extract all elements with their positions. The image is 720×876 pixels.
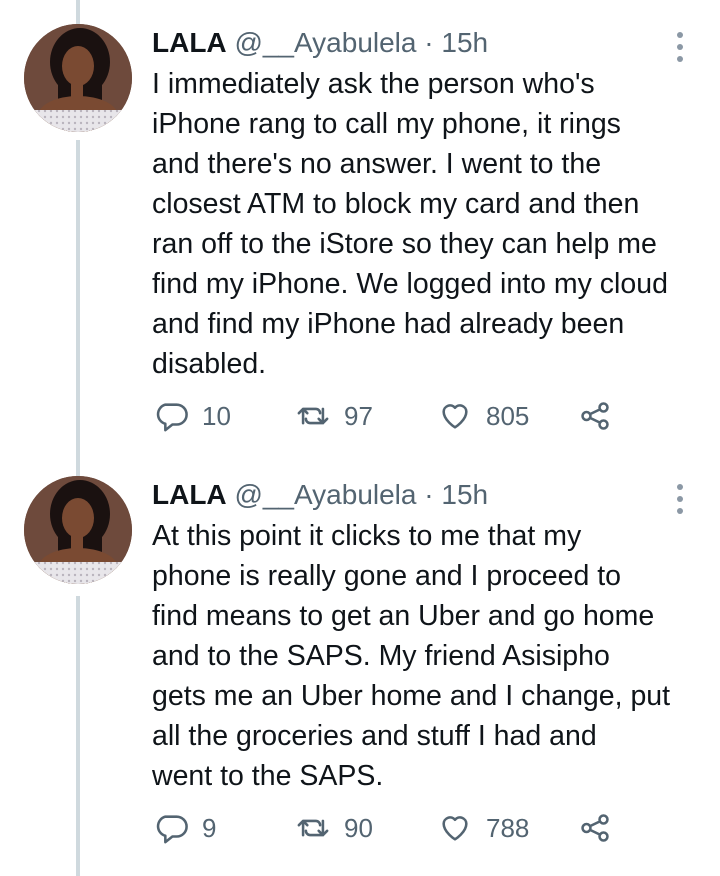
avatar-image [24, 476, 132, 584]
tweet-header: LALA @__Ayabulela · 15h [152, 476, 488, 514]
timestamp[interactable]: 15h [441, 479, 488, 510]
more-vertical-icon[interactable] [668, 30, 692, 64]
user-handle[interactable]: @__Ayabulela [234, 479, 416, 510]
tweet-text: I immediately ask the person who's iPhon… [152, 68, 668, 380]
separator-dot: · [424, 479, 434, 510]
reply-count: 10 [202, 400, 231, 431]
avatar[interactable] [24, 24, 132, 132]
timestamp[interactable]: 15h [441, 27, 488, 58]
reply-button[interactable]: 10 [154, 396, 231, 436]
user-handle[interactable]: @__Ayabulela [234, 27, 416, 58]
tweet-text: At this point it clicks to me that my ph… [152, 520, 671, 792]
avatar-image [24, 24, 132, 132]
share-icon [581, 402, 609, 430]
retweet-icon [297, 819, 329, 837]
more-vertical-icon[interactable] [668, 482, 692, 516]
retweet-count: 90 [344, 812, 373, 843]
share-button[interactable] [578, 808, 612, 848]
thread-line-top [76, 0, 80, 24]
like-count: 788 [486, 812, 530, 843]
retweet-icon [297, 407, 329, 425]
display-name[interactable]: LALA [152, 479, 227, 510]
retweet-button[interactable]: 97 [296, 396, 373, 436]
heart-icon [442, 404, 468, 429]
retweet-button[interactable]: 90 [296, 808, 373, 848]
reply-count: 9 [202, 812, 217, 843]
reply-icon [156, 815, 188, 844]
heart-icon [442, 816, 468, 841]
reply-icon [156, 403, 188, 432]
retweet-count: 97 [344, 400, 373, 431]
like-button[interactable]: 788 [438, 808, 529, 848]
tweet[interactable]: LALA @__Ayabulela · 15h At this point it… [0, 476, 720, 876]
separator-dot: · [424, 27, 434, 58]
like-count: 805 [486, 400, 530, 431]
avatar[interactable] [24, 476, 132, 584]
display-name[interactable]: LALA [152, 27, 227, 58]
reply-button[interactable]: 9 [154, 808, 216, 848]
tweet-actions: 9 90 788 [152, 808, 632, 848]
tweet-header: LALA @__Ayabulela · 15h [152, 24, 488, 62]
like-button[interactable]: 805 [438, 396, 529, 436]
tweet[interactable]: LALA @__Ayabulela · 15h I immediately as… [0, 24, 720, 444]
share-icon [581, 814, 609, 842]
tweet-actions: 10 97 805 [152, 396, 632, 436]
share-button[interactable] [578, 396, 612, 436]
